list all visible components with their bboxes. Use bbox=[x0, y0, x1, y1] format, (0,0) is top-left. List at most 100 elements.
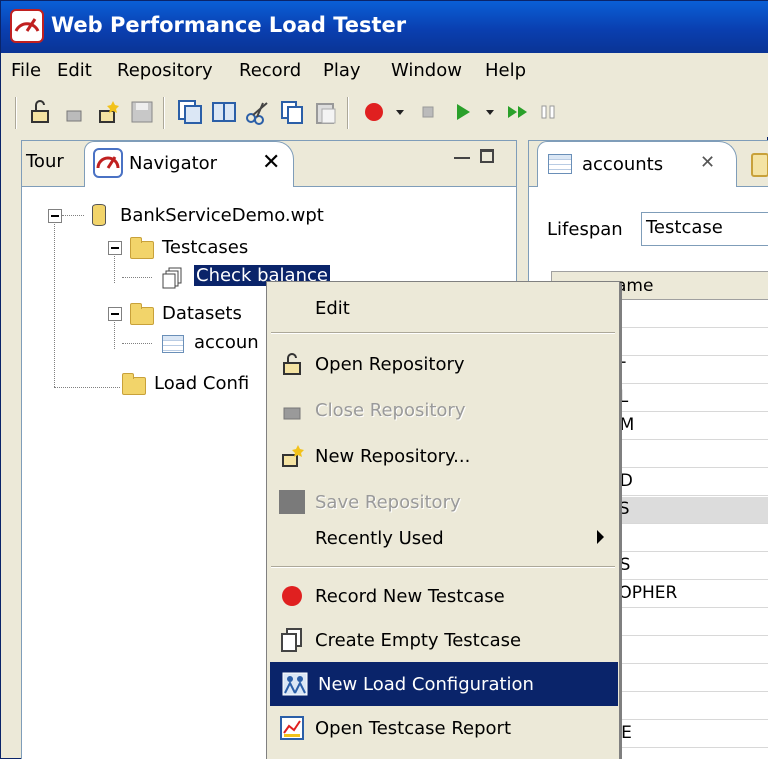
menu-item-label: Edit bbox=[315, 298, 350, 319]
paste-icon[interactable] bbox=[313, 99, 339, 125]
repository-icon bbox=[92, 204, 106, 226]
app-window: Web Performance Load Tester File Edit Re… bbox=[0, 0, 768, 759]
lock-icon[interactable] bbox=[751, 153, 768, 177]
copy-repository-icon[interactable] bbox=[177, 99, 203, 125]
lifespan-label: Lifespan bbox=[547, 219, 623, 240]
menu-item-label: New Repository... bbox=[315, 446, 471, 467]
close-icon[interactable]: ✕ bbox=[700, 152, 715, 173]
tree-item-testcases[interactable]: Testcases bbox=[162, 237, 248, 258]
tree-connector bbox=[114, 253, 115, 283]
menu-bar: File Edit Repository Record Play Window … bbox=[1, 53, 768, 89]
tree-connector bbox=[122, 343, 152, 344]
tree-item-datasets[interactable]: Datasets bbox=[162, 303, 242, 324]
open-repository-icon[interactable] bbox=[27, 99, 53, 125]
menu-item-label: Open Repository bbox=[315, 354, 465, 375]
view-tab-bar: Tour Navigator ✕ bbox=[22, 141, 516, 187]
menu-item-label: Create Empty Testcase bbox=[315, 630, 522, 651]
menu-play[interactable]: Play bbox=[323, 60, 361, 81]
menu-item-open-testcase-report[interactable]: Open Testcase Report bbox=[267, 706, 619, 750]
close-icon[interactable]: ✕ bbox=[262, 150, 280, 175]
menu-item-recently-used[interactable]: Recently Used bbox=[267, 516, 619, 560]
menu-item-close-repository[interactable]: Close Repository bbox=[267, 388, 619, 432]
record-icon[interactable] bbox=[361, 99, 387, 125]
fast-forward-icon[interactable] bbox=[505, 99, 531, 125]
record-dropdown-icon[interactable] bbox=[387, 99, 413, 125]
tab-accounts-label: accounts bbox=[582, 154, 664, 175]
menu-help[interactable]: Help bbox=[485, 60, 526, 81]
tree-connector bbox=[114, 319, 115, 349]
new-repository-icon bbox=[282, 445, 304, 467]
record-icon bbox=[282, 586, 302, 606]
menu-item-label: Recently Used bbox=[315, 528, 444, 549]
menu-item-label: Save Repository bbox=[315, 492, 461, 513]
save-icon[interactable] bbox=[129, 99, 155, 125]
editor-tab-bar: accounts ✕ bbox=[529, 141, 768, 187]
testcase-icon bbox=[281, 628, 302, 652]
tree-item-root[interactable]: BankServiceDemo.wpt bbox=[120, 205, 324, 226]
collapse-icon[interactable] bbox=[108, 241, 122, 255]
minimize-view-icon[interactable] bbox=[454, 149, 470, 159]
toolbar-separator bbox=[347, 97, 349, 129]
tab-tour[interactable]: Tour bbox=[26, 151, 64, 172]
menu-item-label: Open Testcase Report bbox=[315, 718, 512, 739]
menu-item-label: New Load Configuration bbox=[318, 674, 534, 695]
collapse-icon[interactable] bbox=[108, 307, 122, 321]
dataset-icon bbox=[548, 154, 572, 174]
menu-item-label: Record New Testcase bbox=[315, 586, 505, 607]
dataset-icon bbox=[162, 335, 184, 353]
open-repository-icon bbox=[283, 353, 301, 375]
testcase-icon bbox=[162, 267, 182, 289]
maximize-view-icon[interactable] bbox=[480, 149, 494, 163]
save-repository-icon bbox=[279, 490, 305, 514]
menu-item-edit[interactable]: Edit bbox=[267, 286, 619, 330]
toolbar bbox=[1, 89, 768, 137]
tab-navigator-label: Navigator bbox=[129, 153, 218, 174]
navigator-icon bbox=[93, 148, 123, 178]
close-repository-icon bbox=[283, 407, 301, 420]
collapse-icon[interactable] bbox=[48, 209, 62, 223]
menu-record[interactable]: Record bbox=[239, 60, 301, 81]
tree-connector bbox=[54, 387, 120, 388]
close-repository-icon[interactable] bbox=[61, 99, 87, 125]
play-dropdown-icon[interactable] bbox=[477, 99, 503, 125]
cut-icon[interactable] bbox=[245, 99, 271, 125]
load-configuration-icon bbox=[282, 672, 308, 696]
copy-icon[interactable] bbox=[279, 99, 305, 125]
menu-item-create-empty-testcase[interactable]: Create Empty Testcase bbox=[267, 618, 619, 662]
submenu-arrow-icon bbox=[597, 530, 604, 544]
app-icon bbox=[10, 9, 44, 43]
tree-connector bbox=[62, 215, 84, 216]
menu-item-label: Close Repository bbox=[315, 400, 466, 421]
new-repository-icon[interactable] bbox=[95, 99, 121, 125]
menu-item-record-new-testcase[interactable]: Record New Testcase bbox=[267, 574, 619, 618]
menu-item-open-repository[interactable]: Open Repository bbox=[267, 342, 619, 386]
stop-icon[interactable] bbox=[415, 99, 441, 125]
tree-item-accounts[interactable]: accoun bbox=[194, 332, 259, 353]
tree-connector bbox=[54, 221, 55, 387]
title-bar[interactable]: Web Performance Load Tester bbox=[1, 1, 768, 53]
menu-separator bbox=[271, 566, 615, 568]
folder-icon bbox=[130, 237, 154, 259]
play-icon[interactable] bbox=[449, 99, 475, 125]
clone-icon[interactable] bbox=[211, 99, 237, 125]
context-menu: Edit Open Repository Close Repository Ne… bbox=[266, 281, 620, 759]
toolbar-separator bbox=[15, 97, 17, 129]
report-icon bbox=[280, 716, 304, 740]
tree-connector bbox=[122, 277, 152, 278]
tab-navigator[interactable]: Navigator ✕ bbox=[84, 141, 294, 187]
toolbar-separator bbox=[163, 97, 165, 129]
menu-item-new-load-configuration[interactable]: New Load Configuration bbox=[270, 662, 618, 706]
menu-window[interactable]: Window bbox=[391, 60, 462, 81]
menu-item-new-repository[interactable]: New Repository... bbox=[267, 434, 619, 478]
menu-edit[interactable]: Edit bbox=[57, 60, 92, 81]
folder-icon bbox=[122, 373, 146, 395]
menu-separator bbox=[271, 332, 615, 334]
pause-icon[interactable] bbox=[535, 99, 561, 125]
tab-accounts[interactable]: accounts ✕ bbox=[537, 141, 737, 187]
lifespan-field[interactable]: Testcase bbox=[641, 212, 768, 246]
menu-repository[interactable]: Repository bbox=[117, 60, 213, 81]
menu-file[interactable]: File bbox=[11, 60, 41, 81]
window-title: Web Performance Load Tester bbox=[51, 13, 407, 37]
folder-icon bbox=[130, 303, 154, 325]
tree-item-load-configurations[interactable]: Load Confi bbox=[154, 373, 249, 394]
